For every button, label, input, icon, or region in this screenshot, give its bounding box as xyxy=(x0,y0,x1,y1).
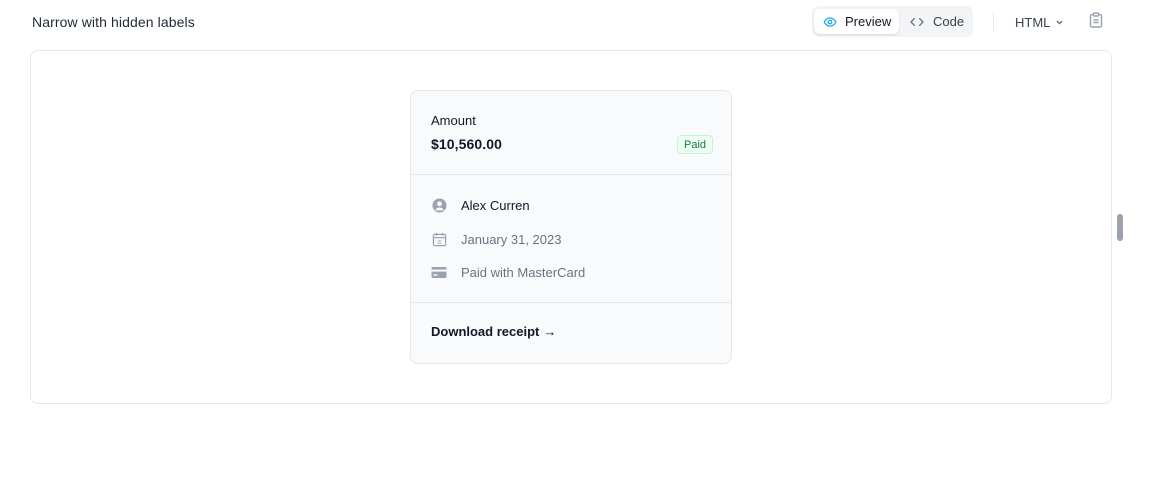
detail-row-payment: Paid with MasterCard xyxy=(431,263,585,281)
resize-handle[interactable] xyxy=(1117,214,1123,241)
header-bar: Narrow with hidden labels Preview Code H… xyxy=(0,0,1167,44)
credit-card-icon xyxy=(431,264,447,280)
language-select[interactable]: HTML xyxy=(1015,14,1064,30)
tab-preview-label: Preview xyxy=(845,14,892,29)
detail-row-client: Alex Curren xyxy=(431,196,530,214)
payment-method: Paid with MasterCard xyxy=(461,264,586,280)
receipt-card: Amount $10,560.00 Paid Alex Curren Janua… xyxy=(410,90,732,364)
user-circle-icon xyxy=(431,197,447,213)
status-badge: Paid xyxy=(677,135,714,154)
card-divider xyxy=(411,174,731,175)
view-toggle: Preview Code xyxy=(812,6,973,37)
code-icon xyxy=(909,14,925,30)
tab-code-label: Code xyxy=(933,14,965,29)
clipboard-icon xyxy=(1089,11,1103,33)
header-divider xyxy=(993,13,994,31)
calendar-icon xyxy=(431,231,447,247)
amount-label: Amount xyxy=(431,113,476,128)
tab-code[interactable]: Code xyxy=(907,9,969,34)
card-divider xyxy=(411,302,731,303)
amount-value: $10,560.00 xyxy=(431,136,503,152)
eye-icon xyxy=(822,14,838,30)
download-receipt-link[interactable]: Download receipt → xyxy=(431,324,556,339)
detail-row-date: January 31, 2023 xyxy=(431,230,561,248)
arrow-right-icon: → xyxy=(543,324,557,339)
tab-preview[interactable]: Preview xyxy=(814,9,899,34)
due-date: January 31, 2023 xyxy=(461,231,562,247)
language-select-value: HTML xyxy=(1015,14,1051,30)
page-title: Narrow with hidden labels xyxy=(32,14,195,30)
client-name: Alex Curren xyxy=(461,197,530,213)
copy-button[interactable] xyxy=(1088,11,1104,33)
download-receipt-label: Download receipt xyxy=(431,324,540,339)
chevron-down-icon xyxy=(1055,18,1064,27)
